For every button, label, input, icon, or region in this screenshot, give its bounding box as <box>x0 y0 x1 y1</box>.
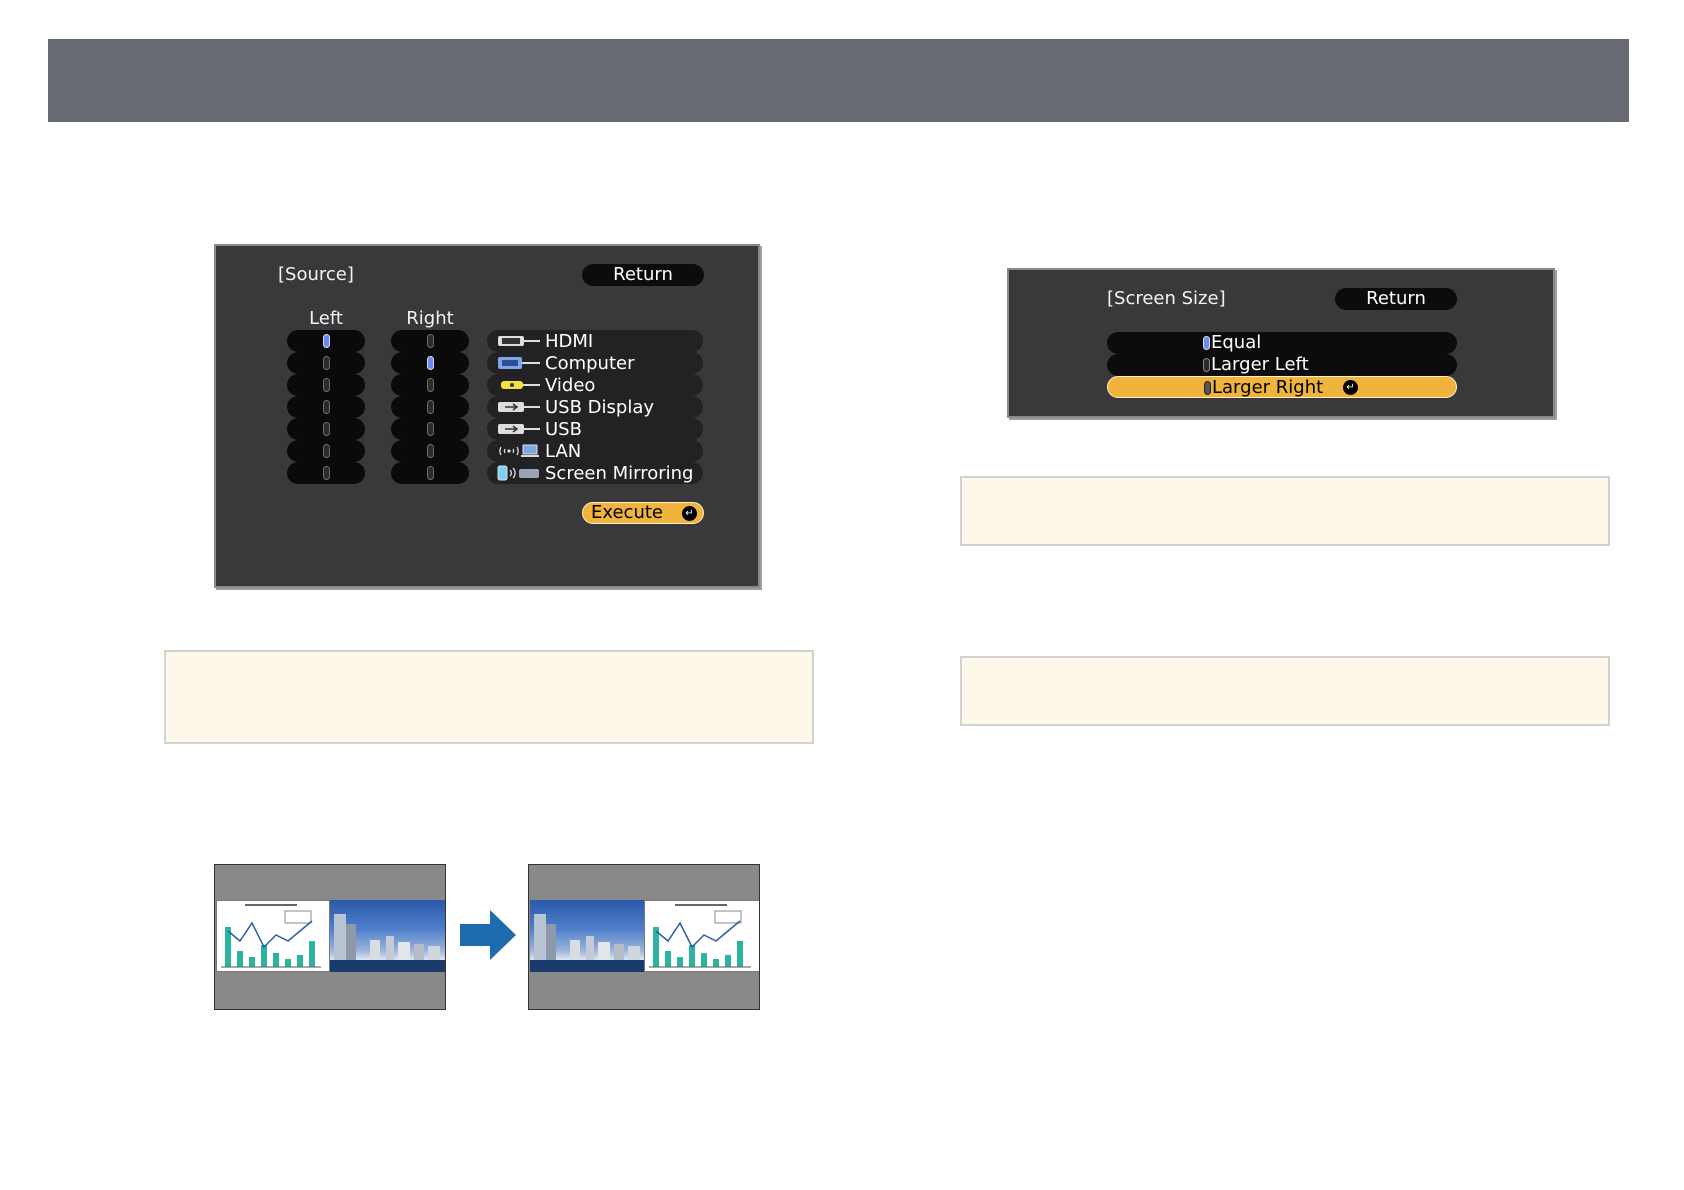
source-item-label: HDMI <box>545 330 594 352</box>
radio-unselected-icon <box>322 400 330 414</box>
lan-wireless-icon <box>497 443 541 459</box>
usb-icon <box>497 421 541 437</box>
radio-unselected-icon <box>426 466 434 480</box>
city-photo-image <box>330 900 445 972</box>
left-source-radio[interactable] <box>287 440 365 462</box>
hdmi-icon <box>497 333 541 349</box>
left-source-radio-group <box>287 330 365 484</box>
right-column-heading: Right <box>406 308 454 329</box>
screen-size-option-label: Equal <box>1211 332 1262 353</box>
screen-size-menu-title: [Screen Size] <box>1107 288 1226 309</box>
source-item-label: USB Display <box>545 396 655 418</box>
source-item[interactable]: HDMI <box>487 330 703 352</box>
source-item-label: Screen Mirroring <box>545 462 694 484</box>
source-item-label: Video <box>545 374 596 396</box>
computer-port-icon <box>497 355 541 371</box>
screen-mirroring-icon <box>497 465 541 481</box>
chart-image <box>644 900 759 972</box>
return-button[interactable]: Return <box>1335 288 1457 310</box>
screen-size-option[interactable]: Larger Left <box>1107 354 1457 376</box>
screen-size-option-label: Larger Right <box>1212 377 1324 398</box>
screen-size-option-list: Equal Larger Left Larger Right ↵ <box>1107 332 1457 398</box>
radio-unselected-icon <box>1204 381 1211 395</box>
left-source-radio[interactable] <box>287 352 365 374</box>
radio-unselected-icon <box>426 444 434 458</box>
city-photo-image <box>530 900 644 972</box>
radio-unselected-icon <box>426 378 434 392</box>
radio-selected-icon <box>426 356 434 370</box>
source-item[interactable]: Video <box>487 374 703 396</box>
radio-selected-icon <box>322 334 330 348</box>
source-item[interactable]: Computer <box>487 352 703 374</box>
right-source-radio[interactable] <box>391 330 469 352</box>
source-item-label: USB <box>545 418 582 440</box>
screen-size-menu-panel: [Screen Size] Return Equal Larger Left Lar… <box>1007 268 1555 418</box>
right-source-radio[interactable] <box>391 352 469 374</box>
right-source-radio[interactable] <box>391 462 469 484</box>
source-item[interactable]: Screen Mirroring <box>487 462 703 484</box>
screen-size-option[interactable]: Larger Right ↵ <box>1107 376 1457 398</box>
enter-icon: ↵ <box>682 506 697 521</box>
right-source-radio[interactable] <box>391 418 469 440</box>
right-source-radio-group <box>391 330 469 484</box>
source-item-label: Computer <box>545 352 635 374</box>
source-list: HDMI Computer Video USB Display USB LAN Screen… <box>487 330 703 484</box>
screen-size-option-label: Larger Left <box>1211 354 1309 375</box>
arrow-right-icon <box>460 910 516 960</box>
radio-unselected-icon <box>322 378 330 392</box>
screen-size-option[interactable]: Equal <box>1107 332 1457 354</box>
radio-unselected-icon <box>322 444 330 458</box>
source-item[interactable]: USB Display <box>487 396 703 418</box>
note-box <box>960 476 1610 546</box>
left-source-radio[interactable] <box>287 330 365 352</box>
projection-after-illustration <box>528 864 760 1010</box>
left-source-radio[interactable] <box>287 462 365 484</box>
return-button[interactable]: Return <box>582 264 704 286</box>
page-header-bar <box>48 39 1629 122</box>
right-source-radio[interactable] <box>391 396 469 418</box>
radio-unselected-icon <box>426 422 434 436</box>
video-rca-icon <box>497 377 541 393</box>
chart-image <box>216 900 330 972</box>
usb-display-icon <box>497 399 541 415</box>
execute-button[interactable]: Execute ↵ <box>582 502 704 524</box>
left-source-radio[interactable] <box>287 418 365 440</box>
source-menu-title: [Source] <box>278 264 354 285</box>
note-box <box>164 650 814 744</box>
left-source-radio[interactable] <box>287 374 365 396</box>
left-source-radio[interactable] <box>287 396 365 418</box>
right-source-radio[interactable] <box>391 374 469 396</box>
source-item-label: LAN <box>545 440 582 462</box>
radio-unselected-icon <box>322 356 330 370</box>
note-box <box>960 656 1610 726</box>
source-menu-panel: [Source] Return Left Right HDMI Computer V… <box>214 244 760 588</box>
radio-unselected-icon <box>322 422 330 436</box>
execute-button-label: Execute <box>591 502 663 523</box>
radio-unselected-icon <box>322 466 330 480</box>
radio-selected-icon <box>1203 336 1210 350</box>
left-column-heading: Left <box>309 308 343 329</box>
radio-unselected-icon <box>426 334 434 348</box>
radio-unselected-icon <box>426 400 434 414</box>
projection-before-illustration <box>214 864 446 1010</box>
enter-icon: ↵ <box>1343 379 1358 395</box>
radio-unselected-icon <box>1203 358 1210 372</box>
source-item[interactable]: USB <box>487 418 703 440</box>
right-source-radio[interactable] <box>391 440 469 462</box>
source-item[interactable]: LAN <box>487 440 703 462</box>
